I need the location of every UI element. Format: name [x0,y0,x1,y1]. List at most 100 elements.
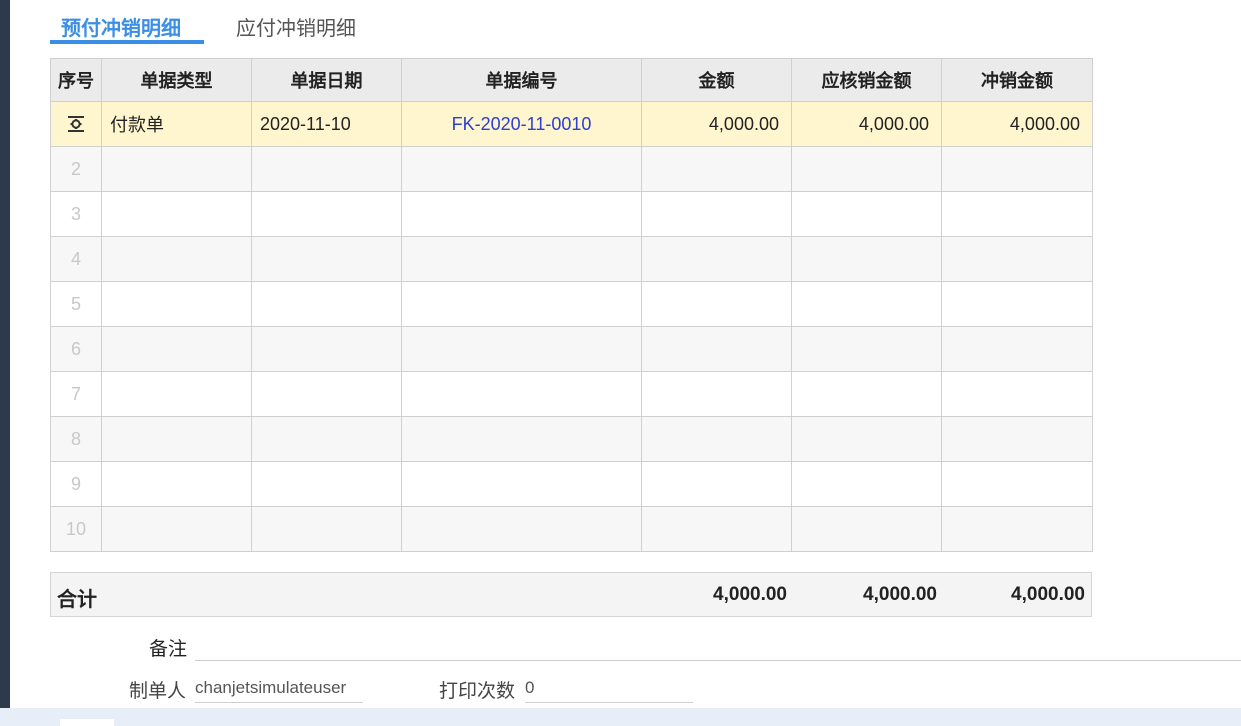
cell-doc-type[interactable] [101,371,252,417]
cell-doc-date[interactable] [251,461,402,507]
cell-index: 2 [50,146,102,192]
cell-doc-date[interactable] [251,191,402,237]
cell-doc-date[interactable] [251,236,402,282]
total-writeoff-amount: 4,000.00 [1011,584,1085,605]
remark-input[interactable] [195,632,1241,661]
cell-writeoff-amount[interactable] [941,506,1093,552]
totals-label: 合计 [57,589,97,611]
cell-due-amount[interactable] [791,461,942,507]
tab-prepaid-writeoff[interactable]: 预付冲销明细 [61,12,181,41]
cell-writeoff-amount[interactable] [941,371,1093,417]
cell-due-amount[interactable] [791,326,942,372]
cell-doc-date[interactable]: 2020-11-10 [251,101,402,147]
total-amount: 4,000.00 [713,584,787,605]
cell-due-amount[interactable]: 4,000.00 [791,101,942,147]
cell-amount[interactable] [641,506,792,552]
cell-doc-no[interactable] [401,236,642,282]
cell-doc-date[interactable] [251,416,402,462]
cell-doc-type[interactable]: 付款单 [101,101,252,147]
header-doc-date[interactable]: 单据日期 [251,58,402,102]
cell-amount[interactable] [641,461,792,507]
cell-due-amount[interactable] [791,416,942,462]
table-header-row: 序号 单据类型 单据日期 单据编号 金额 应核销金额 冲销金额 [50,58,1093,102]
cell-doc-type[interactable] [101,506,252,552]
cell-doc-no[interactable] [401,326,642,372]
table-row[interactable]: 4 [50,236,1093,282]
header-writeoff-amount[interactable]: 冲销金额 [941,58,1093,102]
cell-doc-date[interactable] [251,281,402,327]
header-amount[interactable]: 金额 [641,58,792,102]
cell-doc-no[interactable] [401,461,642,507]
cell-index: 9 [50,461,102,507]
table-row[interactable]: 10 [50,506,1093,552]
table-row[interactable]: 5 [50,281,1093,327]
cell-doc-type[interactable] [101,236,252,282]
cell-doc-type[interactable] [101,146,252,192]
cell-writeoff-amount[interactable] [941,416,1093,462]
cell-due-amount[interactable] [791,281,942,327]
cell-amount[interactable] [641,146,792,192]
cell-writeoff-amount[interactable] [941,281,1093,327]
cell-writeoff-amount[interactable]: 4,000.00 [941,101,1093,147]
bottom-bar-tab[interactable] [60,719,114,726]
print-count-field[interactable] [525,674,693,703]
cell-amount[interactable] [641,371,792,417]
writeoff-detail-table: 序号 单据类型 单据日期 单据编号 金额 应核销金额 冲销金额 付款单 2020… [50,58,1093,552]
cell-doc-type[interactable] [101,326,252,372]
cell-writeoff-amount[interactable] [941,236,1093,282]
cell-doc-no-link[interactable]: FK-2020-11-0010 [401,101,642,147]
gear-icon[interactable] [65,113,87,135]
table-row[interactable]: 3 [50,191,1093,237]
row-action-cell[interactable] [50,101,102,147]
maker-label: 制单人 [129,681,187,702]
bottom-bar [0,708,1241,726]
cell-doc-date[interactable] [251,371,402,417]
left-sidebar-edge [0,0,10,726]
cell-amount[interactable] [641,326,792,372]
cell-doc-no[interactable] [401,191,642,237]
cell-doc-no[interactable] [401,416,642,462]
cell-amount[interactable] [641,416,792,462]
header-index: 序号 [50,58,102,102]
cell-due-amount[interactable] [791,236,942,282]
cell-doc-type[interactable] [101,281,252,327]
cell-due-amount[interactable] [791,506,942,552]
cell-writeoff-amount[interactable] [941,326,1093,372]
cell-amount[interactable] [641,281,792,327]
cell-doc-date[interactable] [251,146,402,192]
cell-doc-date[interactable] [251,506,402,552]
cell-amount[interactable]: 4,000.00 [641,101,792,147]
cell-doc-type[interactable] [101,461,252,507]
cell-doc-no[interactable] [401,371,642,417]
totals-row: 合计 4,000.00 4,000.00 4,000.00 [50,572,1092,617]
maker-field[interactable] [195,674,363,703]
cell-due-amount[interactable] [791,146,942,192]
cell-writeoff-amount[interactable] [941,146,1093,192]
cell-doc-no[interactable] [401,506,642,552]
header-due-amount[interactable]: 应核销金额 [791,58,942,102]
table-row[interactable]: 8 [50,416,1093,462]
cell-writeoff-amount[interactable] [941,191,1093,237]
table-row[interactable]: 2 [50,146,1093,192]
cell-index: 10 [50,506,102,552]
total-due-amount: 4,000.00 [863,584,937,605]
cell-amount[interactable] [641,236,792,282]
cell-writeoff-amount[interactable] [941,461,1093,507]
print-count-label: 打印次数 [439,681,516,702]
cell-doc-type[interactable] [101,191,252,237]
cell-due-amount[interactable] [791,371,942,417]
cell-doc-no[interactable] [401,146,642,192]
cell-index: 5 [50,281,102,327]
cell-doc-type[interactable] [101,416,252,462]
table-row[interactable]: 9 [50,461,1093,507]
cell-due-amount[interactable] [791,191,942,237]
tab-payable-writeoff[interactable]: 应付冲销明细 [236,12,356,41]
cell-doc-date[interactable] [251,326,402,372]
table-row[interactable]: 付款单 2020-11-10 FK-2020-11-0010 4,000.00 … [50,101,1093,147]
table-row[interactable]: 7 [50,371,1093,417]
header-doc-no[interactable]: 单据编号 [401,58,642,102]
table-row[interactable]: 6 [50,326,1093,372]
cell-amount[interactable] [641,191,792,237]
header-doc-type[interactable]: 单据类型 [101,58,252,102]
cell-doc-no[interactable] [401,281,642,327]
